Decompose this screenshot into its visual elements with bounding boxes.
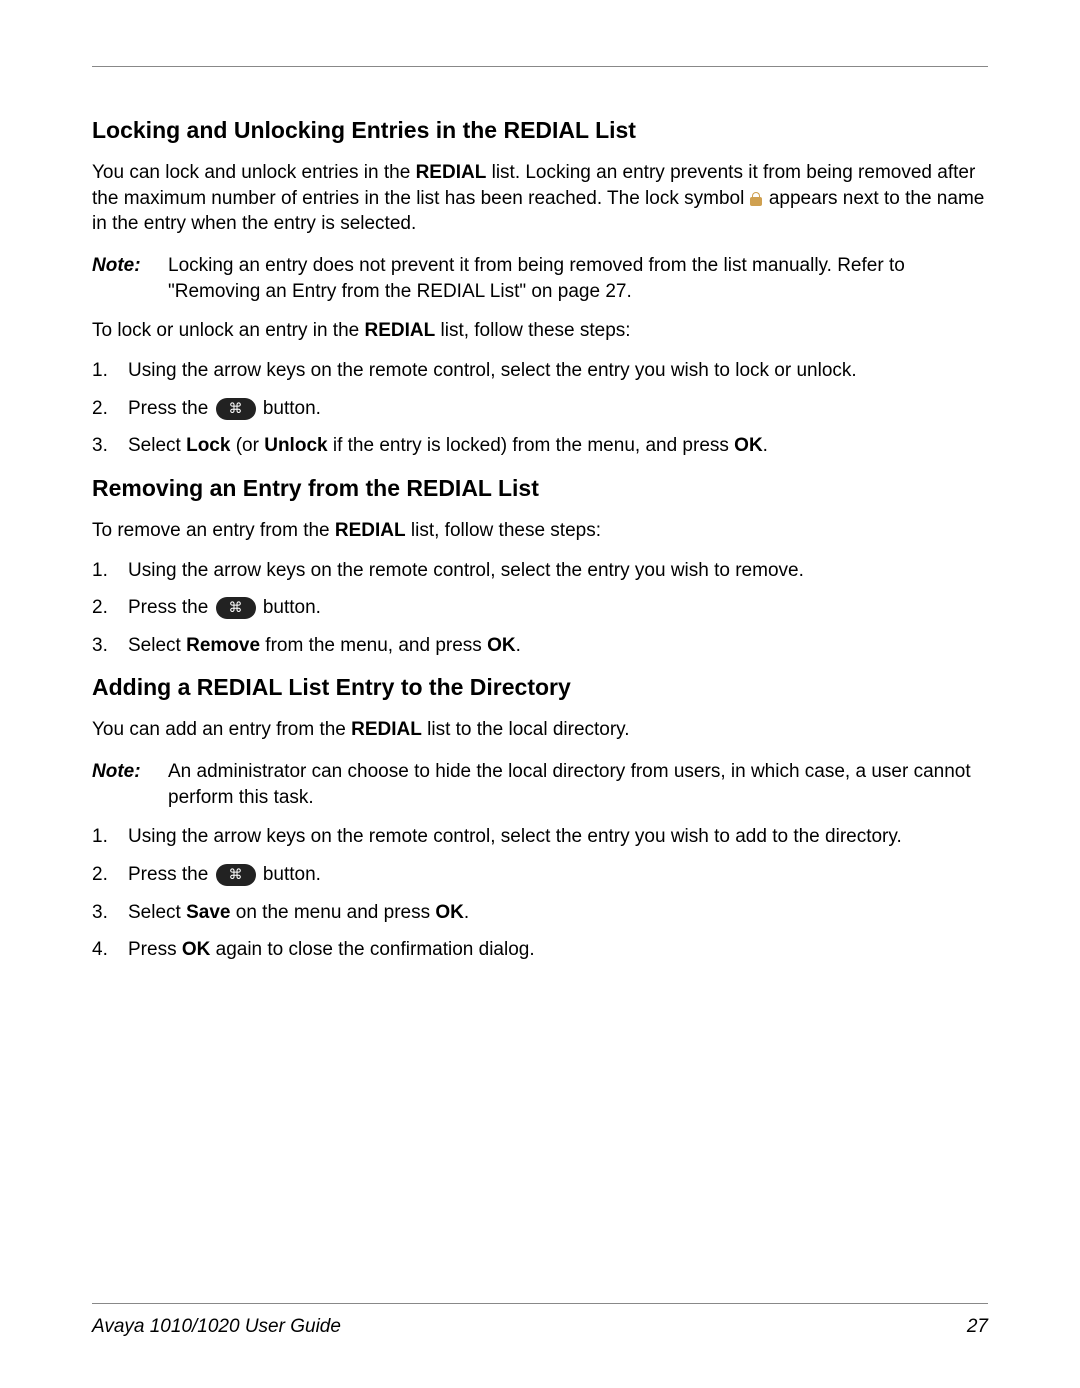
command-button-icon (216, 864, 256, 886)
step-text: Press OK again to close the confirmation… (128, 937, 988, 963)
text-bold: Save (186, 902, 230, 923)
list-item: 2. Press the button. (92, 595, 988, 621)
list-item: 2. Press the button. (92, 862, 988, 888)
step-number: 3. (92, 433, 116, 459)
step-text: Press the button. (128, 595, 988, 621)
text: Press the (128, 597, 214, 618)
text: You can lock and unlock entries in the (92, 162, 416, 183)
text-bold: REDIAL (335, 520, 406, 541)
list-item: 2. Press the button. (92, 396, 988, 422)
text-bold: Lock (186, 435, 230, 456)
text: You can add an entry from the (92, 719, 351, 740)
text: if the entry is locked) from the menu, a… (328, 435, 735, 456)
text: button. (258, 597, 321, 618)
heading-removing: Removing an Entry from the REDIAL List (92, 473, 988, 504)
step-number: 2. (92, 595, 116, 621)
text: Press the (128, 864, 214, 885)
text: from the menu, and press (260, 635, 487, 656)
note-body: An administrator can choose to hide the … (168, 759, 988, 810)
list-item: 1. Using the arrow keys on the remote co… (92, 358, 988, 384)
text: Select (128, 635, 186, 656)
heading-adding: Adding a REDIAL List Entry to the Direct… (92, 672, 988, 703)
step-number: 3. (92, 633, 116, 659)
footer-title: Avaya 1010/1020 User Guide (92, 1314, 341, 1340)
step-text: Using the arrow keys on the remote contr… (128, 558, 988, 584)
text-bold: REDIAL (416, 162, 487, 183)
lock-icon (750, 192, 762, 206)
steps-remove: 1. Using the arrow keys on the remote co… (92, 558, 988, 659)
text: list, follow these steps: (406, 520, 601, 541)
para-add-intro: You can add an entry from the REDIAL lis… (92, 717, 988, 743)
page-number: 27 (967, 1314, 988, 1340)
step-number: 2. (92, 396, 116, 422)
steps-add: 1. Using the arrow keys on the remote co… (92, 824, 988, 963)
text: list to the local directory. (422, 719, 630, 740)
step-number: 1. (92, 358, 116, 384)
text: button. (258, 864, 321, 885)
step-text: Press the button. (128, 396, 988, 422)
steps-lock: 1. Using the arrow keys on the remote co… (92, 358, 988, 459)
text: Press the (128, 398, 214, 419)
list-item: 4. Press OK again to close the confirmat… (92, 937, 988, 963)
step-text: Select Lock (or Unlock if the entry is l… (128, 433, 988, 459)
footer: Avaya 1010/1020 User Guide 27 (92, 1303, 988, 1340)
para-lock-steps-intro: To lock or unlock an entry in the REDIAL… (92, 318, 988, 344)
text-bold: OK (487, 635, 516, 656)
text: Press (128, 939, 182, 960)
text: again to close the confirmation dialog. (210, 939, 534, 960)
text: . (516, 635, 521, 656)
list-item: 1. Using the arrow keys on the remote co… (92, 824, 988, 850)
list-item: 3. Select Lock (or Unlock if the entry i… (92, 433, 988, 459)
note-block-2: Note: An administrator can choose to hid… (92, 759, 988, 810)
note-body: Locking an entry does not prevent it fro… (168, 253, 988, 304)
step-number: 1. (92, 824, 116, 850)
step-text: Select Save on the menu and press OK. (128, 900, 988, 926)
text: (or (230, 435, 264, 456)
command-button-icon (216, 597, 256, 619)
list-item: 3. Select Save on the menu and press OK. (92, 900, 988, 926)
para-remove-intro: To remove an entry from the REDIAL list,… (92, 518, 988, 544)
para-lock-intro: You can lock and unlock entries in the R… (92, 160, 988, 237)
text: . (763, 435, 768, 456)
note-label: Note: (92, 253, 150, 304)
list-item: 1. Using the arrow keys on the remote co… (92, 558, 988, 584)
command-button-icon (216, 398, 256, 420)
text: on the menu and press (230, 902, 435, 923)
text-bold: Remove (186, 635, 260, 656)
text: Select (128, 902, 186, 923)
text: Select (128, 435, 186, 456)
step-number: 3. (92, 900, 116, 926)
step-text: Using the arrow keys on the remote contr… (128, 358, 988, 384)
note-label: Note: (92, 759, 150, 810)
text-bold: OK (734, 435, 763, 456)
text-bold: REDIAL (364, 320, 435, 341)
note-block-1: Note: Locking an entry does not prevent … (92, 253, 988, 304)
text-bold: Unlock (264, 435, 327, 456)
text: To lock or unlock an entry in the (92, 320, 364, 341)
text-bold: REDIAL (351, 719, 422, 740)
step-text: Press the button. (128, 862, 988, 888)
list-item: 3. Select Remove from the menu, and pres… (92, 633, 988, 659)
top-rule (92, 66, 988, 67)
step-text: Using the arrow keys on the remote contr… (128, 824, 988, 850)
text: list, follow these steps: (435, 320, 630, 341)
step-number: 2. (92, 862, 116, 888)
text: To remove an entry from the (92, 520, 335, 541)
step-number: 1. (92, 558, 116, 584)
footer-rule (92, 1303, 988, 1304)
step-number: 4. (92, 937, 116, 963)
text-bold: OK (435, 902, 464, 923)
text: button. (258, 398, 321, 419)
text: . (464, 902, 469, 923)
step-text: Select Remove from the menu, and press O… (128, 633, 988, 659)
text-bold: OK (182, 939, 211, 960)
heading-locking: Locking and Unlocking Entries in the RED… (92, 115, 988, 146)
